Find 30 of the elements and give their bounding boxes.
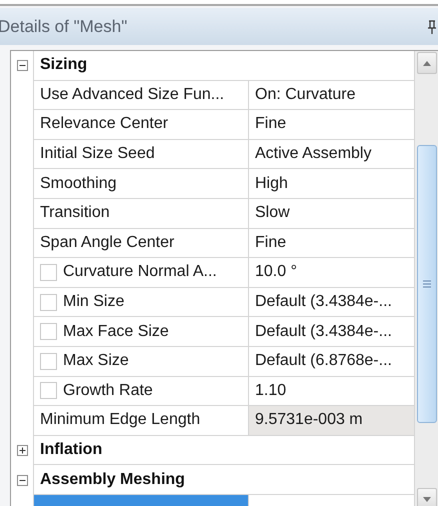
plus-icon[interactable] <box>16 445 28 456</box>
property-label: Min Size <box>63 293 124 312</box>
property-label: Max Size <box>63 352 129 370</box>
checkbox[interactable] <box>40 294 57 311</box>
section-header[interactable]: Inflation <box>33 436 414 466</box>
up-arrow-icon <box>423 60 431 66</box>
scroll-down-button[interactable] <box>417 488 437 506</box>
property-label: Growth Rate <box>63 382 153 400</box>
minus-icon[interactable] <box>16 60 28 72</box>
checkbox[interactable] <box>40 323 57 340</box>
minus-icon[interactable] <box>16 474 28 486</box>
scroll-thumb[interactable] <box>417 145 437 423</box>
property-label: Max Face Size <box>63 322 169 341</box>
property-label[interactable]: Span Angle Center <box>33 228 248 258</box>
property-label[interactable]: Use Advanced Size Fun... <box>33 80 248 110</box>
property-label[interactable]: Smoothing <box>33 169 248 199</box>
scrollbar[interactable] <box>414 51 438 506</box>
down-arrow-icon <box>423 496 431 502</box>
property-label[interactable]: Relevance Center <box>33 110 248 140</box>
property-label[interactable]: Transition <box>33 198 248 229</box>
checkbox[interactable] <box>40 264 57 281</box>
pin-icon[interactable] <box>428 20 436 34</box>
property-label[interactable]: Initial Size Seed <box>33 140 248 170</box>
checkbox[interactable] <box>40 382 57 400</box>
section-header[interactable]: Sizing <box>33 51 414 81</box>
scroll-up-button[interactable] <box>417 52 437 74</box>
grip-icon <box>423 280 431 288</box>
property-value: 9.5731e-003 m <box>248 406 414 436</box>
checkbox[interactable] <box>40 352 57 370</box>
property-label: Curvature Normal A... <box>63 263 217 282</box>
